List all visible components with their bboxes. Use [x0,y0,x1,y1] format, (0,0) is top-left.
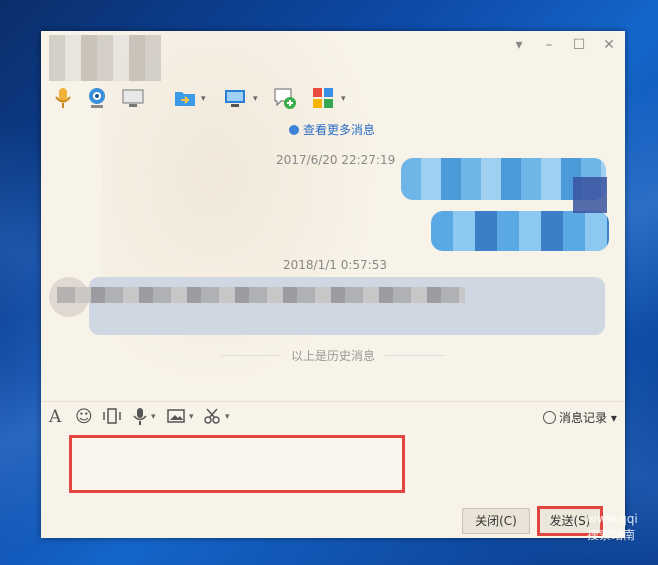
message-input-area[interactable] [69,435,405,493]
message-history-label[interactable]: 消息记录 [559,411,607,425]
send-file-icon[interactable] [173,86,197,110]
font-icon[interactable]: A [49,407,61,427]
view-more-messages-link[interactable]: 查看更多消息 [289,121,375,138]
options-dropdown-icon[interactable]: ▾ [509,37,529,53]
screenshot-dropdown-icon[interactable]: ▾ [225,412,230,422]
close-button[interactable]: 关闭(C) [462,508,530,534]
chat-window: ▾ – ☐ ✕ ▾ ▾ ▾ 查看更多消息 2017/6/20 22:27:19 … [41,31,638,542]
message-history-button[interactable]: 消息记录 ▾ [543,409,617,426]
received-message-bubble [89,277,605,335]
message-timestamp: 2017/6/20 22:27:19 [276,153,396,167]
remote-desktop-dropdown-icon[interactable]: ▾ [253,94,258,104]
contact-avatar-title[interactable] [49,35,161,81]
history-divider: 以上是历史消息 [221,347,445,364]
voice-call-icon[interactable] [51,86,75,110]
apps-icon[interactable] [311,86,335,110]
create-discussion-icon[interactable] [273,86,297,110]
message-timestamp: 2018/1/1 0:57:53 [283,258,387,272]
history-dropdown-icon[interactable]: ▾ [611,411,617,425]
clock-icon [289,125,299,135]
watermark-text: www.qqi搜索站南 [587,512,638,542]
screen-share-icon[interactable] [121,86,145,110]
apps-dropdown-icon[interactable]: ▾ [341,94,346,104]
voice-message-icon[interactable] [131,407,149,429]
close-window-button[interactable]: ✕ [599,37,619,53]
image-icon[interactable] [167,407,185,429]
voice-dropdown-icon[interactable]: ▾ [151,412,156,422]
input-separator [41,401,625,402]
screenshot-scissors-icon[interactable] [203,407,221,429]
remote-desktop-icon[interactable] [223,86,247,110]
view-more-messages-label[interactable]: 查看更多消息 [303,123,375,137]
video-call-icon[interactable] [85,86,109,110]
send-file-dropdown-icon[interactable]: ▾ [201,94,206,104]
self-avatar[interactable] [573,177,607,213]
clock-icon [543,411,556,424]
background-artwork [101,31,381,391]
minimize-button[interactable]: – [539,37,559,53]
maximize-button[interactable]: ☐ [569,37,589,53]
blurred-message-text [57,287,465,303]
sent-message-bubble [431,211,609,251]
emoji-icon[interactable]: ☺ [75,407,93,427]
image-dropdown-icon[interactable]: ▾ [189,412,194,422]
shake-window-icon[interactable] [103,407,121,429]
